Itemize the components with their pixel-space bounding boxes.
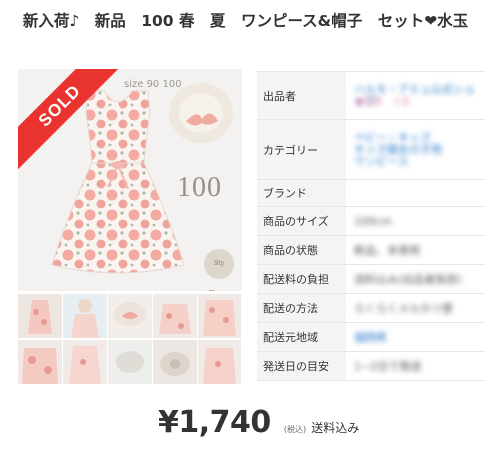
thumbnail-10[interactable]: [198, 340, 241, 384]
details-row-size: 商品のサイズ 100cm: [257, 206, 485, 236]
details-row-ship-from: 配送元地域 福岡県: [257, 322, 485, 352]
price-row: ¥1,740 (税込) 送料込み: [158, 405, 359, 441]
photo-size-number: 100: [177, 172, 222, 203]
seller-value[interactable]: ハルモ・アミュ公式ショップ ★5.0 ☆2: [346, 71, 485, 120]
item-title: 新入荷♪ 新品 100 春 夏 ワンピース&帽子 セット❤水玉: [22, 12, 469, 30]
category-link-2[interactable]: キッズ服女の子用: [354, 143, 485, 156]
details-row-condition: 商品の状態 新品、未使用: [257, 235, 485, 265]
thumbnail-2[interactable]: [63, 294, 107, 338]
details-row-brand: ブランド: [257, 179, 485, 207]
shipping-method-value: らくらくメルカリ便: [354, 302, 453, 315]
details-row-shipping-method: 配送の方法 らくらくメルカリ便: [257, 293, 485, 323]
main-product-photo[interactable]: SOLD size 90 100 100 Sty Flower: [18, 69, 242, 291]
category-link-1[interactable]: ベビー・キッズ: [354, 131, 485, 144]
details-label: 発送日の目安: [257, 351, 346, 381]
details-label: ブランド: [257, 179, 346, 207]
thumbnail-1[interactable]: [18, 294, 62, 338]
size-value: 100cm: [354, 214, 392, 228]
thumbnail-9[interactable]: [153, 340, 197, 384]
item-details-table: 出品者 ハルモ・アミュ公式ショップ ★5.0 ☆2 カテゴリー ベビー・キッズ …: [257, 71, 485, 381]
details-label: 商品のサイズ: [257, 206, 346, 236]
details-label: 配送元地域: [257, 322, 346, 352]
category-link-3[interactable]: ワンピース: [354, 155, 485, 168]
shipping-included: 送料込み: [311, 421, 360, 435]
shipping-fee-value: 送料込み(出品者負担): [354, 273, 462, 286]
ship-from-value[interactable]: 福岡県: [354, 331, 387, 344]
thumbnail-8[interactable]: [108, 340, 152, 384]
seller-name-link[interactable]: ハルモ・アミュ公式ショップ: [354, 83, 485, 107]
details-label: 配送料の負担: [257, 264, 346, 294]
details-row-category: カテゴリー ベビー・キッズ キッズ服女の子用 ワンピース: [257, 119, 485, 180]
seller-rating: ★5.0 ☆2: [354, 94, 410, 108]
thumbnail-4[interactable]: [153, 294, 197, 338]
brand-value: [346, 179, 485, 207]
details-label: カテゴリー: [257, 119, 346, 180]
details-label: 商品の状態: [257, 235, 346, 265]
price-amount: ¥1,740: [158, 405, 271, 440]
details-label: 配送の方法: [257, 293, 346, 323]
photo-size-text: size 90 100: [124, 79, 182, 90]
details-row-shipping-fee: 配送料の負担 送料込み(出品者負担): [257, 264, 485, 294]
category-value[interactable]: ベビー・キッズ キッズ服女の子用 ワンピース: [346, 119, 485, 180]
tax-note: (税込): [283, 425, 307, 434]
condition-value: 新品、未使用: [354, 244, 420, 257]
details-row-seller: 出品者 ハルモ・アミュ公式ショップ ★5.0 ☆2: [257, 71, 485, 120]
brand-logo: Sty Flower: [204, 249, 234, 291]
details-row-ship-days: 発送日の目安 1~2日で発送: [257, 351, 485, 381]
thumbnail-7[interactable]: [63, 340, 107, 384]
details-label: 出品者: [257, 71, 346, 120]
thumbnail-5[interactable]: [198, 294, 241, 338]
thumbnail-6[interactable]: [18, 340, 62, 384]
thumbnail-grid: [18, 294, 242, 384]
ship-days-value: 1~2日で発送: [354, 360, 422, 373]
thumbnail-3[interactable]: [108, 294, 152, 338]
